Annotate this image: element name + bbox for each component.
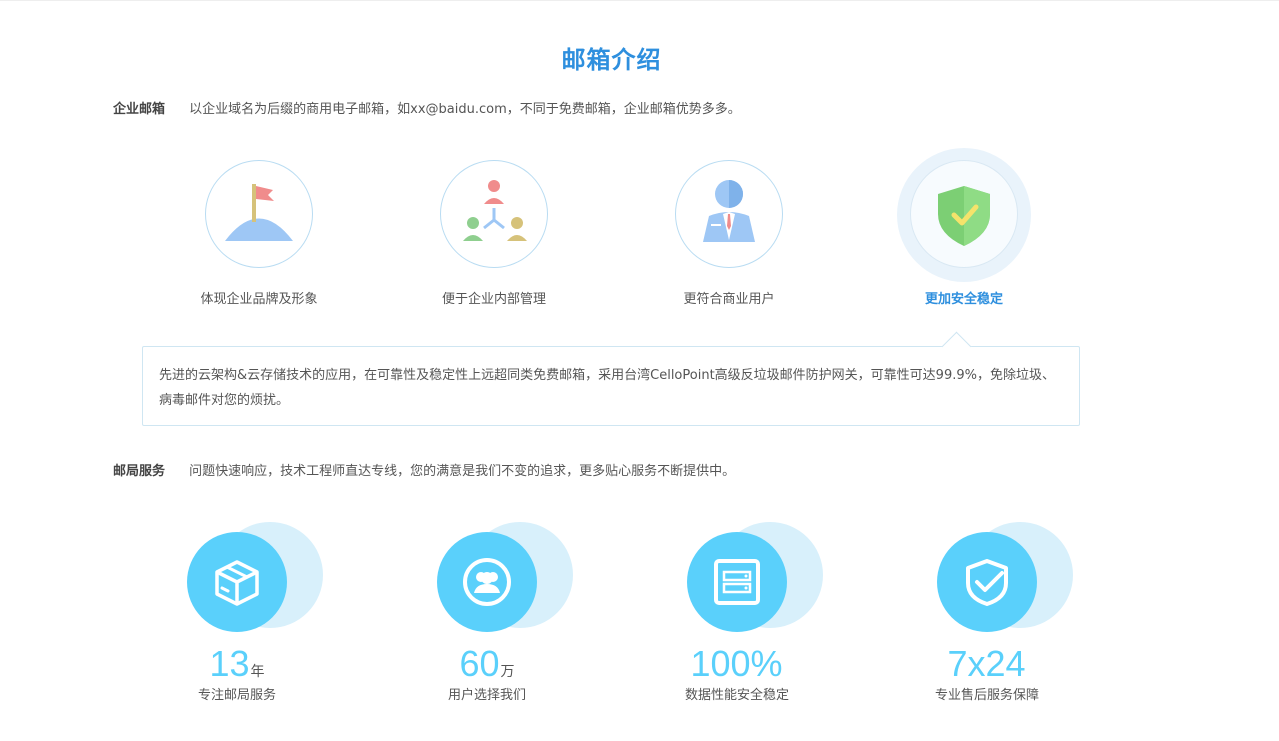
intro-label: 企业邮箱 — [113, 102, 166, 117]
feature-description-text: 先进的云架构&云存储技术的应用，在可靠性及稳定性上远超同类免费邮箱，采用台湾Ce… — [159, 368, 1055, 408]
stat-years-unit: 年 — [250, 664, 265, 680]
feature-security[interactable]: 更加安全稳定 — [884, 148, 1044, 307]
feature-security-circle — [910, 160, 1018, 268]
stat-support-number: 7x24 — [947, 643, 1026, 684]
service-text: 问题快速响应，技术工程师直达专线，您的满意是我们不变的追求，更多贴心服务不断提供… — [189, 464, 736, 479]
feature-brand[interactable]: 体现企业品牌及形象 — [179, 160, 339, 307]
feature-business-circle — [675, 160, 783, 268]
page-title: 邮箱介绍 — [561, 46, 662, 74]
stat-years: 13年 专注邮局服务 — [137, 522, 337, 703]
service-label: 邮局服务 — [113, 464, 166, 479]
feature-business[interactable]: 更符合商业用户 — [649, 160, 809, 307]
stat-users: 60万 用户选择我们 — [387, 522, 587, 703]
stat-reliability-caption: 数据性能安全稳定 — [684, 688, 789, 703]
description-pointer — [941, 331, 972, 362]
stat-support-disc — [937, 532, 1037, 632]
feature-management[interactable]: 便于企业内部管理 — [414, 160, 574, 307]
stat-users-unit: 万 — [500, 664, 515, 680]
feature-management-circle — [440, 160, 548, 268]
stat-reliability: 100% 数据性能安全稳定 — [637, 522, 837, 703]
feature-management-label: 便于企业内部管理 — [441, 292, 546, 307]
intro-row: 企业邮箱 以企业域名为后缀的商用电子邮箱，如xx@baidu.com，不同于免费… — [113, 98, 741, 117]
feature-brand-circle — [205, 160, 313, 268]
stat-years-caption: 专注邮局服务 — [197, 688, 276, 703]
stat-users-disc — [437, 532, 537, 632]
stat-years-disc — [187, 532, 287, 632]
service-row: 邮局服务 问题快速响应，技术工程师直达专线，您的满意是我们不变的追求，更多贴心服… — [113, 460, 735, 479]
feature-description-box: 先进的云架构&云存储技术的应用，在可靠性及稳定性上远超同类免费邮箱，采用台湾Ce… — [142, 331, 1080, 426]
stat-reliability-disc — [687, 532, 787, 632]
feature-security-label: 更加安全稳定 — [924, 292, 1003, 307]
stat-reliability-number: 100% — [690, 643, 783, 684]
stat-users-caption: 用户选择我们 — [447, 688, 526, 703]
stat-support-caption: 专业售后服务保障 — [934, 688, 1039, 703]
stat-support: 7x24 专业售后服务保障 — [887, 522, 1087, 703]
stat-users-number: 60 — [459, 643, 500, 684]
intro-text: 以企业域名为后缀的商用电子邮箱，如xx@baidu.com，不同于免费邮箱，企业… — [189, 102, 741, 117]
stat-years-number: 13 — [209, 643, 250, 684]
feature-business-label: 更符合商业用户 — [683, 292, 775, 307]
top-divider — [0, 0, 1279, 1]
feature-brand-label: 体现企业品牌及形象 — [200, 292, 318, 307]
